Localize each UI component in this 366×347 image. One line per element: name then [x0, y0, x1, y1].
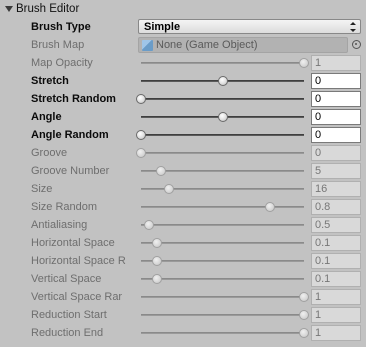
slider-thumb — [264, 202, 275, 212]
slider-thumb — [299, 328, 309, 338]
slider-track — [141, 332, 304, 334]
slider-value-field[interactable]: 0 — [311, 127, 361, 143]
slider-track — [141, 242, 304, 244]
brush-type-dropdown[interactable]: Simple — [138, 19, 361, 34]
slider-label: Size Random — [31, 201, 98, 213]
slider-row: Antialiasing 0.5 — [0, 216, 366, 234]
brush-type-value: Simple — [144, 20, 181, 33]
slider-row: Stretch Random 0 — [0, 90, 366, 108]
slider-row: Horizontal Space R 0.1 — [0, 252, 366, 270]
slider-track[interactable] — [141, 98, 304, 100]
slider-thumb — [152, 238, 163, 248]
slider-value-field: 0 — [311, 145, 361, 161]
slider-thumb — [155, 166, 166, 176]
brush-map-object-field[interactable]: None (Game Object) — [138, 37, 348, 53]
slider-label: Horizontal Space R — [31, 255, 126, 267]
slider-track — [141, 314, 304, 316]
slider-thumb — [299, 292, 309, 302]
slider-label: Map Opacity — [31, 57, 93, 69]
slider-value-field: 0.8 — [311, 199, 361, 215]
slider-label: Groove — [31, 147, 68, 159]
slider-track — [141, 206, 304, 208]
slider-value-field: 0.1 — [311, 235, 361, 251]
foldout-arrow-icon[interactable] — [4, 4, 14, 14]
game-object-icon — [142, 39, 153, 51]
object-picker-icon[interactable] — [352, 40, 361, 49]
slider-thumb — [136, 148, 146, 158]
slider-label: Vertical Space Rar — [31, 291, 123, 303]
slider-thumb[interactable] — [217, 76, 228, 86]
brush-map-value: None (Game Object) — [156, 39, 258, 51]
slider-value-field: 0.1 — [311, 253, 361, 269]
brush-type-row: Brush Type Simple — [0, 18, 366, 36]
slider-label: Angle Random — [31, 129, 109, 141]
slider-label: Horizontal Space — [31, 237, 115, 249]
section-title: Brush Editor — [16, 3, 80, 15]
slider-thumb — [163, 184, 174, 194]
slider-row: Reduction Start 1 — [0, 306, 366, 324]
slider-row: Reduction End 1 — [0, 324, 366, 342]
slider-value-field: 1 — [311, 325, 361, 341]
slider-row: Map Opacity 1 — [0, 54, 366, 72]
slider-thumb[interactable] — [136, 130, 146, 140]
slider-label: Reduction Start — [31, 309, 107, 321]
slider-row: Size Random 0.8 — [0, 198, 366, 216]
slider-value-field: 1 — [311, 55, 361, 71]
slider-value-field: 1 — [311, 307, 361, 323]
slider-track — [141, 296, 304, 298]
slider-row: Vertical Space Rar 1 — [0, 288, 366, 306]
slider-row: Stretch 0 — [0, 72, 366, 90]
slider-thumb — [144, 220, 155, 230]
slider-label: Size — [31, 183, 53, 195]
brush-map-row: Brush Map None (Game Object) — [0, 36, 366, 54]
slider-value-field: 5 — [311, 163, 361, 179]
slider-row: Angle Random 0 — [0, 126, 366, 144]
slider-track — [141, 152, 304, 154]
slider-thumb[interactable] — [136, 94, 146, 104]
slider-label: Antialiasing — [31, 219, 88, 231]
slider-thumb — [299, 310, 309, 320]
brush-editor-header[interactable]: Brush Editor — [0, 0, 366, 18]
slider-value-field[interactable]: 0 — [311, 73, 361, 89]
slider-row: Angle 0 — [0, 108, 366, 126]
brush-map-label: Brush Map — [31, 39, 85, 51]
slider-track — [141, 260, 304, 262]
slider-label: Reduction End — [31, 327, 104, 339]
slider-row: Groove Number 5 — [0, 162, 366, 180]
slider-value-field: 0.5 — [311, 217, 361, 233]
slider-row: Horizontal Space 0.1 — [0, 234, 366, 252]
slider-thumb — [299, 58, 309, 68]
slider-row: Groove 0 — [0, 144, 366, 162]
slider-thumb[interactable] — [217, 112, 228, 122]
slider-label: Vertical Space — [31, 273, 102, 285]
slider-track — [141, 62, 304, 64]
brush-type-label: Brush Type — [31, 21, 91, 33]
slider-label: Stretch Random — [31, 93, 116, 105]
slider-value-field: 16 — [311, 181, 361, 197]
slider-label: Groove Number — [31, 165, 110, 177]
slider-label: Angle — [31, 111, 62, 123]
slider-row: Vertical Space 0.1 — [0, 270, 366, 288]
slider-track — [141, 278, 304, 280]
dropdown-arrows-icon — [350, 22, 356, 32]
slider-track[interactable] — [141, 134, 304, 136]
slider-thumb — [152, 274, 163, 284]
slider-value-field: 0.1 — [311, 271, 361, 287]
slider-thumb — [152, 256, 163, 266]
slider-value-field[interactable]: 0 — [311, 91, 361, 107]
slider-value-field: 1 — [311, 289, 361, 305]
slider-value-field[interactable]: 0 — [311, 109, 361, 125]
slider-label: Stretch — [31, 75, 69, 87]
slider-row: Size 16 — [0, 180, 366, 198]
slider-track — [141, 224, 304, 226]
